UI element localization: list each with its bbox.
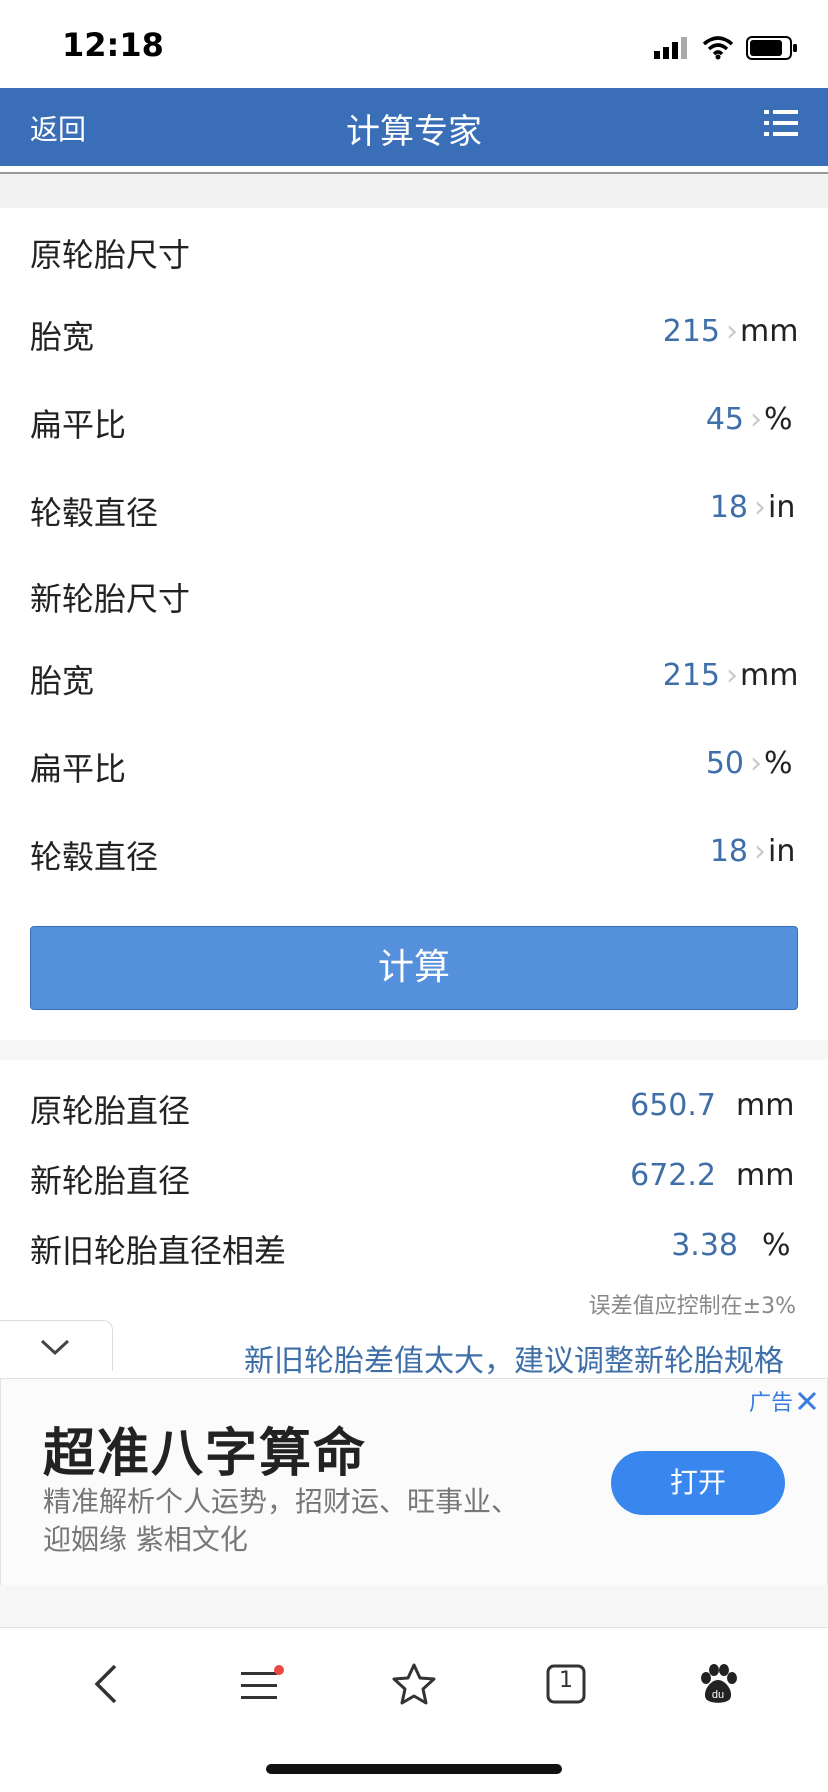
svg-text:du: du: [712, 1689, 724, 1701]
wifi-icon: [702, 36, 734, 60]
section-gap: [0, 1040, 828, 1060]
battery-icon: [746, 36, 797, 60]
status-time: 12:18: [62, 26, 164, 64]
result-label: 原轮胎直径: [30, 1092, 191, 1130]
row-label: 轮毂直径: [30, 838, 159, 876]
calc-section: 计算: [0, 896, 828, 1041]
orig-rim-value[interactable]: 18: [710, 490, 748, 525]
result-label: 新旧轮胎直径相差: [30, 1232, 287, 1270]
ad-description: 精准解析个人运势，招财运、旺事业、迎姻缘 紫相文化: [43, 1485, 520, 1556]
back-nav-button[interactable]: [76, 1654, 136, 1714]
new-ratio-value[interactable]: 50: [706, 746, 744, 781]
unit-label: in: [768, 490, 796, 525]
row-label: 轮毂直径: [30, 494, 159, 532]
tolerance-tip: 误差值应控制在±3%: [588, 1294, 796, 1319]
unit-label: %: [764, 402, 793, 437]
ad-tag: 广告: [749, 1385, 817, 1417]
result-row-new-diameter: 新轮胎直径 672.2 mm: [0, 1148, 828, 1208]
bookmark-button[interactable]: [384, 1654, 444, 1714]
chevron-left-icon: [94, 1664, 117, 1704]
new-width-value[interactable]: 215: [663, 658, 720, 693]
star-icon: [392, 1663, 436, 1705]
chevron-right-icon: ›: [754, 490, 766, 525]
new-rim-row[interactable]: 轮毂直径 18 › in: [0, 808, 828, 897]
tab-count: 1: [559, 1668, 573, 1693]
signal-icon: [654, 37, 687, 59]
row-label: 扁平比: [30, 406, 127, 444]
result-value: 650.7: [630, 1088, 716, 1123]
orig-ratio-row[interactable]: 扁平比 45 › %: [0, 376, 828, 465]
result-value: 672.2: [630, 1158, 716, 1193]
tabs-button[interactable]: 1: [536, 1654, 596, 1714]
result-value: 3.38: [671, 1228, 738, 1263]
ad-title: 超准八字算命: [43, 1424, 368, 1484]
ad-label: 广告: [748, 1391, 793, 1416]
section-original-tire: 原轮胎尺寸: [0, 208, 828, 289]
result-row-original-diameter: 原轮胎直径 650.7 mm: [0, 1078, 828, 1138]
orig-ratio-value[interactable]: 45: [706, 402, 744, 437]
chevron-down-icon: [40, 1339, 70, 1356]
home-indicator: [266, 1764, 562, 1774]
section-new-tire: 新轮胎尺寸: [0, 552, 828, 633]
section-gap: [0, 174, 828, 209]
unit-label: %: [764, 746, 793, 781]
list-icon: [764, 110, 798, 136]
warning-message: 新旧轮胎差值太大，建议调整新轮胎规格: [244, 1344, 784, 1379]
calculate-button[interactable]: 计算: [30, 926, 798, 1010]
ad-open-button[interactable]: 打开: [611, 1451, 785, 1515]
result-row-diameter-diff: 新旧轮胎直径相差 3.38 %: [0, 1218, 828, 1278]
section-gap: [0, 1585, 828, 1628]
browser-toolbar: 1 du: [0, 1628, 828, 1738]
chevron-right-icon: ›: [726, 314, 738, 349]
new-width-row[interactable]: 胎宽 215 › mm: [0, 632, 828, 721]
hamburger-icon: [241, 1665, 284, 1699]
chevron-right-icon: ›: [754, 834, 766, 869]
chevron-right-icon: ›: [750, 402, 762, 437]
menu-button[interactable]: [764, 108, 798, 142]
result-label: 新轮胎直径: [30, 1162, 191, 1200]
chevron-right-icon: ›: [750, 746, 762, 781]
status-icons: [654, 36, 798, 60]
collapse-toggle[interactable]: [0, 1320, 113, 1371]
unit-label: mm: [740, 658, 799, 693]
paw-icon: du: [701, 1664, 737, 1703]
section-label: 新轮胎尺寸: [30, 580, 191, 618]
new-rim-value[interactable]: 18: [710, 834, 748, 869]
unit-label: in: [768, 834, 796, 869]
baidu-button[interactable]: du: [688, 1654, 748, 1714]
result-unit: %: [762, 1228, 791, 1263]
status-bar: 12:18: [0, 0, 828, 88]
orig-width-value[interactable]: 215: [663, 314, 720, 349]
row-label: 胎宽: [30, 318, 95, 356]
menu-nav-button[interactable]: [232, 1654, 292, 1714]
new-ratio-row[interactable]: 扁平比 50 › %: [0, 720, 828, 809]
nav-underline: [0, 166, 828, 174]
result-unit: mm: [736, 1158, 795, 1193]
unit-label: mm: [740, 314, 799, 349]
row-label: 胎宽: [30, 662, 95, 700]
row-label: 扁平比: [30, 750, 127, 788]
chevron-right-icon: ›: [726, 658, 738, 693]
result-unit: mm: [736, 1088, 795, 1123]
page-title: 计算专家: [346, 112, 482, 152]
ad-banner[interactable]: 广告 超准八字算命 精准解析个人运势，招财运、旺事业、迎姻缘 紫相文化 打开: [0, 1378, 828, 1586]
nav-bar: 返回 计算专家: [0, 88, 828, 172]
section-label: 原轮胎尺寸: [30, 236, 191, 274]
close-icon[interactable]: [797, 1391, 817, 1411]
orig-rim-row[interactable]: 轮毂直径 18 › in: [0, 464, 828, 553]
orig-width-row[interactable]: 胎宽 215 › mm: [0, 288, 828, 377]
